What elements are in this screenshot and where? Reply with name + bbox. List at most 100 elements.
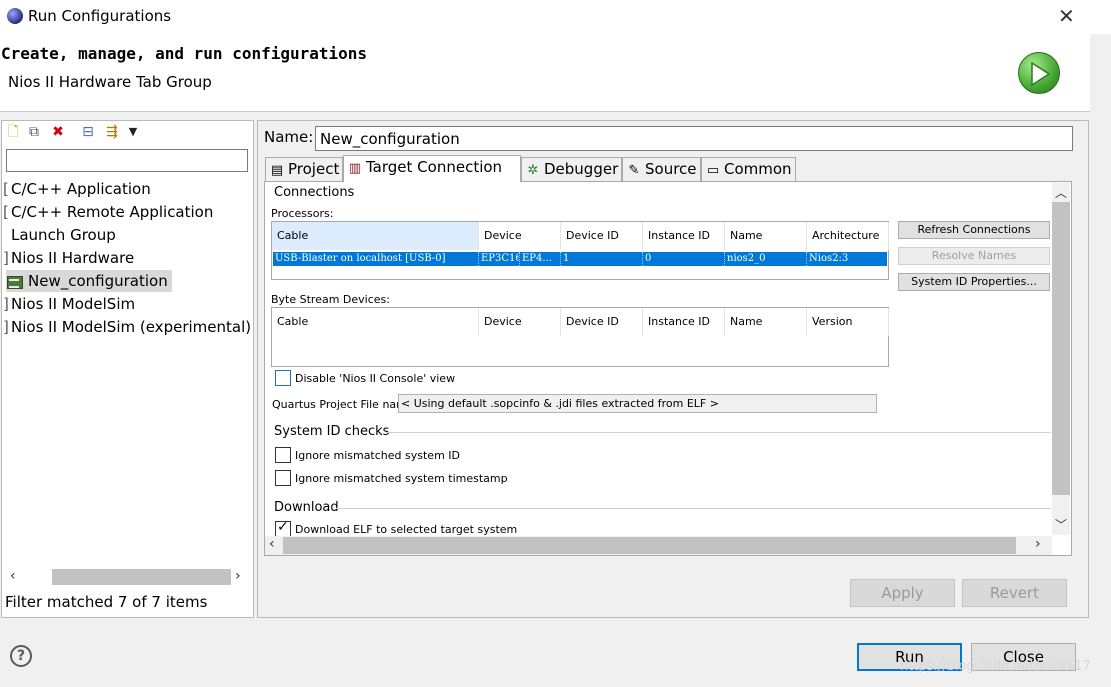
quartus-file-input[interactable]: < Using default .sopcinfo & .jdi files e… (398, 394, 877, 413)
target-connection-icon: ▥ (348, 161, 362, 176)
processors-label: Processors: (271, 207, 334, 220)
scroll-down-icon[interactable]: ﹀ (1055, 516, 1067, 533)
column-header[interactable]: Name (725, 308, 807, 336)
window-close-icon[interactable]: ✕ (1058, 4, 1075, 28)
tree-node-icon: [ (3, 203, 9, 221)
column-header[interactable]: Device (479, 308, 561, 336)
tab-debugger[interactable]: ✲ Debugger (521, 157, 622, 181)
column-header[interactable]: Instance ID (643, 222, 725, 250)
scroll-left-icon[interactable]: ‹ (269, 536, 275, 552)
header-title: Create, manage, and run configurations (1, 44, 368, 63)
column-header[interactable]: Name (725, 222, 807, 250)
tree-item-label: New_configuration (28, 272, 168, 290)
run-icon (1018, 52, 1060, 94)
tree-node-icon: ] (3, 318, 9, 336)
table-row[interactable]: USB-Blaster on localhost [USB-0] EP3C16 … (273, 252, 887, 266)
column-header[interactable]: Cable (272, 222, 479, 250)
tree-item-new-configuration[interactable]: New_configuration (6, 270, 172, 292)
resolve-names-button[interactable]: Resolve Names (898, 247, 1050, 265)
byte-stream-label: Byte Stream Devices: (271, 293, 390, 306)
tree-item-nios-hardware[interactable]: ] Nios II Hardware (3, 247, 138, 269)
tab-project[interactable]: ▤ Project (265, 157, 343, 181)
tree-horizontal-scrollbar[interactable]: ‹ › (5, 568, 248, 586)
column-header[interactable]: Device ID (561, 222, 643, 250)
tab-target-connection[interactable]: ▥ Target Connection (343, 155, 521, 182)
processors-table[interactable]: Cable Device Device ID Instance ID Name … (271, 221, 889, 280)
tree-item-label: Nios II Hardware (11, 249, 135, 267)
help-icon[interactable]: ? (10, 645, 32, 667)
content-vertical-scrollbar[interactable]: ︿ ﹀ (1052, 183, 1070, 535)
tab-source[interactable]: ✎ Source (622, 157, 701, 181)
filter-status: Filter matched 7 of 7 items (5, 593, 208, 611)
table-cell: Nios2:3 (809, 253, 849, 264)
disable-console-checkbox[interactable] (275, 370, 291, 386)
download-elf-label: Download ELF to selected target system (295, 523, 518, 536)
table-cell: EP3C16 (481, 252, 520, 266)
tree-item-launch-group[interactable]: Launch Group (3, 224, 120, 246)
tree-item-cpp-application[interactable]: [C/C++ Application (3, 178, 155, 200)
duplicate-icon[interactable]: ⧉ (25, 123, 43, 141)
system-id-checks-title: System ID checks (274, 424, 390, 439)
table-cell: USB-Blaster on localhost [USB-0] (273, 252, 479, 266)
revert-button[interactable]: Revert (962, 579, 1067, 607)
config-name-input[interactable] (315, 126, 1073, 151)
filter-input[interactable] (6, 149, 248, 172)
new-config-icon[interactable]: 🗋 (4, 123, 22, 141)
column-header[interactable]: Architecture (807, 222, 889, 250)
ignore-timestamp-checkbox[interactable] (275, 470, 291, 486)
filter-icon[interactable]: ⇶ (103, 123, 121, 141)
bug-icon: ✲ (527, 163, 539, 178)
launch-config-icon (6, 274, 23, 289)
quartus-file-label: Quartus Project File name: (272, 398, 418, 411)
group-divider (386, 432, 1051, 433)
refresh-connections-button[interactable]: Refresh Connections (898, 221, 1050, 239)
tree-item-label: Nios II ModelSim (experimental) (11, 318, 252, 336)
tree-node-icon: [ (3, 180, 9, 198)
connections-title: Connections (274, 185, 355, 200)
tree-node-icon: ] (3, 295, 9, 313)
column-header[interactable]: Device (479, 222, 561, 250)
ignore-system-id-checkbox[interactable] (275, 447, 291, 463)
delete-icon[interactable]: ✖ (49, 123, 67, 141)
apply-button[interactable]: Apply (850, 579, 955, 607)
watermark: https://blog.csdn.net/ew0517 (900, 659, 1091, 674)
ignore-timestamp-label: Ignore mismatched system timestamp (295, 472, 508, 485)
scrollbar-thumb[interactable] (52, 569, 231, 585)
table-cell: 1 (561, 252, 643, 266)
scroll-left-icon[interactable]: ‹ (10, 568, 16, 584)
tree-item-nios-modelsim[interactable]: ] Nios II ModelSim (3, 293, 139, 315)
source-icon: ✎ (628, 163, 640, 178)
scrollbar-thumb[interactable] (1052, 202, 1070, 495)
system-id-properties-button[interactable]: System ID Properties... (898, 273, 1050, 291)
download-elf-checkbox[interactable] (275, 519, 291, 537)
collapse-all-icon[interactable]: ⊟ (79, 123, 97, 141)
column-header[interactable]: Instance ID (643, 308, 725, 336)
column-header[interactable]: Cable (272, 308, 479, 336)
scroll-right-icon[interactable]: › (235, 568, 241, 584)
tree-item-label: C/C++ Application (11, 180, 151, 198)
table-cell: nios2_0 (725, 252, 807, 266)
table-cell: 0 (643, 252, 725, 266)
common-icon: ▭ (706, 163, 720, 178)
tab-common[interactable]: ▭ Common (701, 157, 796, 181)
content-horizontal-scrollbar[interactable]: ‹ › (265, 536, 1052, 555)
header-subtitle: Nios II Hardware Tab Group (8, 73, 212, 91)
table-cell: EP4... (520, 252, 561, 266)
scroll-right-icon[interactable]: › (1035, 536, 1041, 552)
column-header[interactable]: Version (807, 308, 889, 336)
tree-item-label: Launch Group (11, 226, 116, 244)
project-icon: ▤ (270, 163, 284, 178)
column-header[interactable]: Device ID (561, 308, 643, 336)
view-menu-icon[interactable]: ▼ (124, 123, 142, 141)
tree-item-label: Nios II ModelSim (11, 295, 136, 313)
tree-item-cpp-remote-application[interactable]: [C/C++ Remote Application (3, 201, 217, 223)
download-title: Download (274, 500, 339, 515)
scroll-up-icon[interactable]: ︿ (1055, 184, 1067, 201)
window-title: Run Configurations (28, 7, 172, 25)
scrollbar-thumb[interactable] (283, 537, 1016, 554)
name-label: Name: (264, 128, 314, 146)
tree-item-label: C/C++ Remote Application (11, 203, 214, 221)
byte-stream-table[interactable]: Cable Device Device ID Instance ID Name … (271, 307, 889, 367)
tree-item-nios-modelsim-experimental[interactable]: ] Nios II ModelSim (experimental) (3, 316, 255, 338)
tree-node-icon: ] (3, 249, 9, 267)
